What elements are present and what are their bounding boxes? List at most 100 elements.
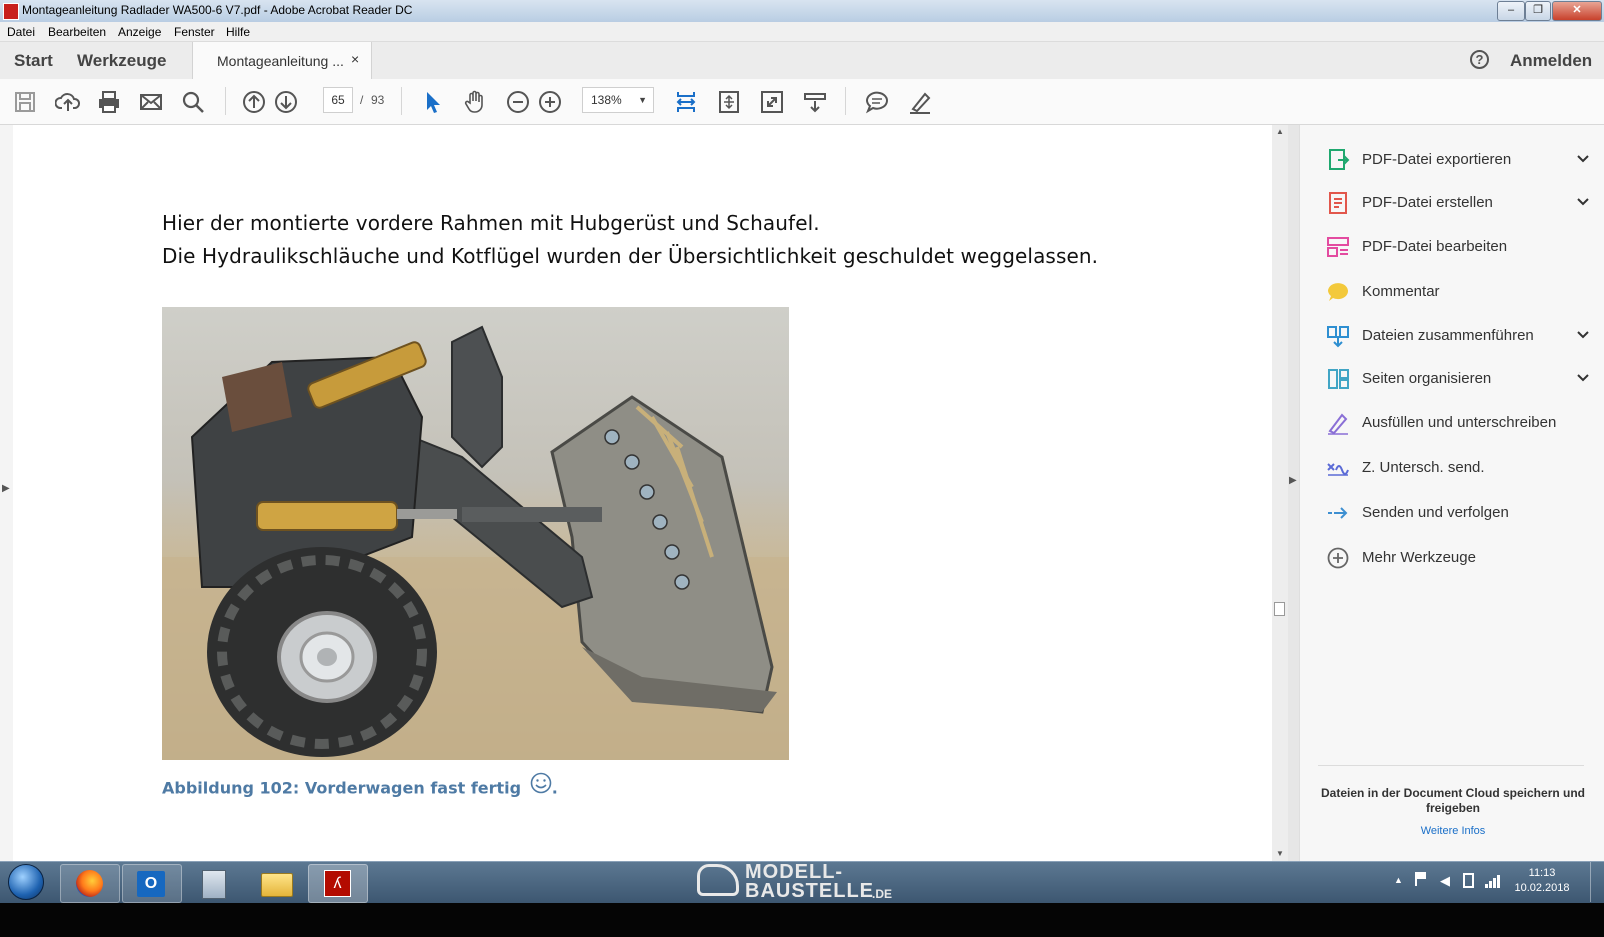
- tool-item-send-track[interactable]: Senden und verfolgen: [1326, 495, 1596, 531]
- taskbar-outlook[interactable]: O: [122, 864, 182, 903]
- tab-tools[interactable]: Werkzeuge: [77, 51, 166, 71]
- select-cursor-icon[interactable]: [420, 89, 446, 115]
- taskbar-explorer[interactable]: [246, 864, 306, 903]
- menu-bar: Datei Bearbeiten Anzeige Fenster Hilfe: [0, 22, 1604, 42]
- calculator-icon: [202, 870, 226, 899]
- acrobat-taskbar-icon: ʎ: [324, 870, 351, 897]
- window-title: Montageanleitung Radlader WA500-6 V7.pdf…: [22, 3, 413, 17]
- tool-item-fill-sign[interactable]: Ausfüllen und unterschreiben: [1326, 405, 1596, 441]
- taskbar-calculator[interactable]: [184, 864, 244, 903]
- expand-pane-arrow[interactable]: ▶: [1289, 475, 1297, 486]
- tool-item-label: Z. Untersch. send.: [1362, 459, 1485, 476]
- total-pages: 93: [371, 93, 385, 107]
- tool-item-send-signature[interactable]: Z. Untersch. send.: [1326, 450, 1596, 486]
- tray-volume-icon[interactable]: ◀: [1440, 873, 1450, 889]
- fullscreen-icon[interactable]: [759, 89, 785, 115]
- watermark-line-2: BAUSTELLE: [745, 880, 874, 902]
- close-tab-icon[interactable]: ×: [351, 51, 359, 67]
- taskbar-acrobat[interactable]: ʎ: [308, 864, 368, 903]
- edit-pdf-icon: [1326, 235, 1350, 259]
- print-icon[interactable]: [96, 89, 122, 115]
- minimize-button[interactable]: –: [1497, 1, 1525, 21]
- scroll-up-arrow[interactable]: ▲: [1276, 127, 1284, 136]
- tray-flag-icon[interactable]: [1415, 872, 1429, 886]
- zoom-in-icon[interactable]: [537, 89, 563, 115]
- search-icon[interactable]: [180, 89, 206, 115]
- caption-period: .: [551, 778, 558, 798]
- show-desktop-button[interactable]: [1590, 862, 1603, 902]
- tool-item-label: PDF-Datei exportieren: [1362, 151, 1512, 168]
- comment-icon: [1326, 280, 1350, 304]
- more-info-link[interactable]: Weitere Infos: [1314, 825, 1592, 837]
- document-viewport[interactable]: ▶ Hier der montierte vordere Rahmen mit …: [0, 125, 1299, 861]
- cloud-promo-text: Dateien in der Document Cloud speichern …: [1320, 786, 1586, 815]
- page-number-input[interactable]: 65: [323, 87, 353, 113]
- email-icon[interactable]: [138, 89, 164, 115]
- tool-item-more-tools[interactable]: Mehr Werkzeuge: [1326, 540, 1596, 576]
- tray-show-hidden-icon[interactable]: ▲: [1394, 875, 1403, 885]
- save-icon[interactable]: [12, 89, 38, 115]
- menu-anzeige[interactable]: Anzeige: [118, 25, 161, 39]
- hand-tool-icon[interactable]: [462, 89, 488, 115]
- tool-item-create-pdf[interactable]: PDF-Datei erstellen: [1326, 185, 1596, 221]
- pane-divider: [1318, 765, 1584, 766]
- tools-pane: PDF-Datei exportieren PDF-Datei erstellen…: [1299, 125, 1604, 861]
- help-icon[interactable]: ?: [1470, 50, 1489, 69]
- tray-clock[interactable]: 11:13 10.02.2018: [1510, 866, 1574, 896]
- signin-button[interactable]: Anmelden: [1510, 51, 1592, 71]
- menu-datei[interactable]: Datei: [7, 25, 35, 39]
- zoom-select[interactable]: 138% ▼: [582, 87, 654, 113]
- close-window-button[interactable]: ✕: [1552, 1, 1602, 21]
- more-tools-icon: [1326, 546, 1350, 570]
- menu-fenster[interactable]: Fenster: [174, 25, 215, 39]
- cloud-upload-icon[interactable]: [54, 89, 81, 115]
- highlight-pen-icon[interactable]: [907, 89, 933, 115]
- zoom-out-icon[interactable]: [505, 89, 531, 115]
- smiley-icon: [530, 772, 552, 794]
- tab-bar: Start Werkzeuge Montageanleitung ... × ?…: [0, 42, 1604, 80]
- tool-item-organize-pages[interactable]: Seiten organisieren: [1326, 361, 1596, 397]
- chevron-down-icon[interactable]: [1576, 195, 1590, 209]
- chevron-down-icon[interactable]: [1576, 328, 1590, 342]
- toolbar-separator: [401, 87, 402, 115]
- clock-date: 10.02.2018: [1514, 882, 1570, 894]
- page-text-line-2: Die Hydraulikschläuche und Kotflügel wur…: [162, 244, 1099, 268]
- caption-text: Abbildung 102: Vorderwagen fast fertig: [162, 778, 522, 798]
- tool-item-label: Seiten organisieren: [1362, 370, 1492, 387]
- next-page-icon[interactable]: [273, 89, 299, 115]
- taskbar-firefox[interactable]: [60, 864, 120, 903]
- tool-item-label: Dateien zusammenführen: [1362, 327, 1534, 344]
- scroll-mode-icon[interactable]: [802, 89, 828, 115]
- chevron-down-icon[interactable]: [1576, 152, 1590, 166]
- fit-page-icon[interactable]: [716, 89, 742, 115]
- tool-item-comment[interactable]: Kommentar: [1326, 274, 1596, 310]
- chevron-down-icon[interactable]: [1576, 371, 1590, 385]
- tool-item-export-pdf[interactable]: PDF-Datei exportieren: [1326, 142, 1596, 178]
- vertical-scrollbar[interactable]: ▲ ▼: [1272, 125, 1288, 861]
- menu-bearbeiten[interactable]: Bearbeiten: [48, 25, 106, 39]
- tab-start[interactable]: Start: [14, 51, 53, 71]
- scroll-thumb[interactable]: [1274, 602, 1285, 616]
- scroll-down-arrow[interactable]: ▼: [1276, 849, 1284, 858]
- maximize-button[interactable]: ❐: [1525, 1, 1551, 21]
- previous-page-icon[interactable]: [241, 89, 267, 115]
- start-orb-icon[interactable]: [8, 864, 44, 900]
- menu-hilfe[interactable]: Hilfe: [226, 25, 250, 39]
- pane-toggle-gutter[interactable]: ▶: [1288, 125, 1299, 861]
- tool-item-combine-files[interactable]: Dateien zusammenführen: [1326, 318, 1596, 354]
- folder-icon: [261, 873, 293, 897]
- tool-item-edit-pdf[interactable]: PDF-Datei bearbeiten: [1326, 229, 1596, 265]
- fill-sign-icon: [1326, 411, 1350, 435]
- tray-battery-icon[interactable]: [1463, 873, 1474, 888]
- tray-network-icon[interactable]: [1485, 872, 1501, 888]
- left-collapse-arrow[interactable]: ▶: [2, 483, 10, 494]
- tab-document[interactable]: Montageanleitung ... ×: [192, 42, 372, 79]
- export-pdf-icon: [1326, 148, 1350, 172]
- tool-item-label: PDF-Datei erstellen: [1362, 194, 1493, 211]
- windows-taskbar: O ʎ MODELL- BAUSTELLE .DE ▲ ◀ 11:13 10.0…: [0, 861, 1604, 904]
- send-signature-icon: [1326, 456, 1350, 480]
- tool-item-label: Mehr Werkzeuge: [1362, 549, 1476, 566]
- fit-width-icon[interactable]: [673, 89, 699, 115]
- tool-item-label: Kommentar: [1362, 283, 1440, 300]
- comment-tool-icon[interactable]: [864, 89, 890, 115]
